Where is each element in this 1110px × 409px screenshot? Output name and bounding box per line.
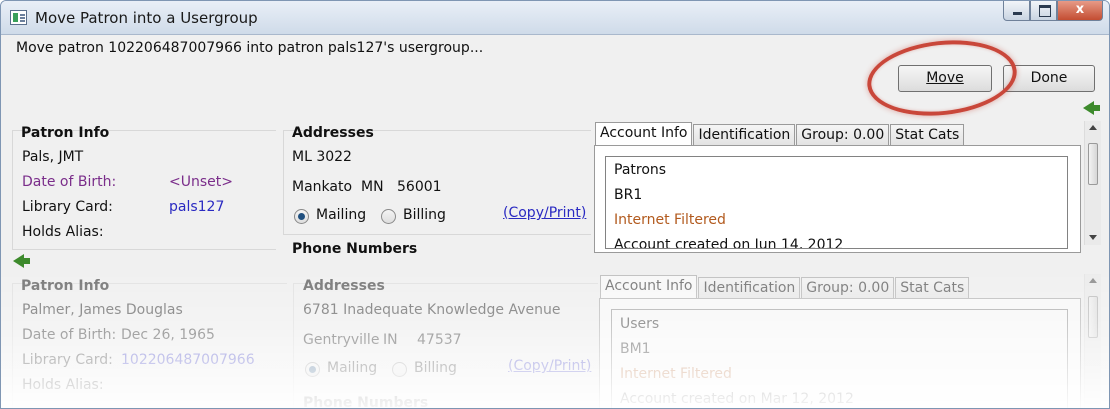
- target-address-state: MN: [361, 179, 384, 195]
- target-dob-value: <Unset>: [169, 174, 233, 190]
- list-item: Account created on Jun 14, 2012: [614, 237, 844, 249]
- move-patron-window: Move Patron into a Usergroup x Move patr…: [0, 0, 1110, 409]
- list-item: Users: [620, 316, 660, 332]
- window-title: Move Patron into a Usergroup: [35, 9, 258, 27]
- source-dob-value: Dec 26, 1965: [121, 327, 215, 343]
- target-address-city: Mankato: [292, 179, 353, 195]
- green-left-arrow-icon[interactable]: [1083, 101, 1100, 115]
- target-patron-info-heading: Patron Info: [21, 125, 110, 141]
- highlight-circle: [863, 33, 1021, 123]
- done-button[interactable]: Done: [1003, 65, 1095, 92]
- source-tab-account-info[interactable]: Account Info: [600, 275, 698, 300]
- source-dob-label: Date of Birth:: [22, 327, 117, 343]
- target-phone-heading: Phone Numbers: [292, 241, 418, 253]
- source-address-state: IN: [383, 332, 398, 348]
- target-library-card-value: pals127: [169, 199, 225, 215]
- source-tab-stat-cats[interactable]: Stat Cats: [895, 277, 970, 299]
- target-dob-label: Date of Birth:: [22, 174, 117, 190]
- source-tab-identification[interactable]: Identification: [698, 277, 801, 299]
- green-left-arrow-icon[interactable]: [13, 254, 30, 268]
- source-scrollbar[interactable]: [1084, 274, 1101, 408]
- close-button[interactable]: x: [1057, 1, 1103, 21]
- window-controls: x: [1003, 1, 1103, 22]
- list-item: BR1: [614, 187, 643, 203]
- target-account-tabs: Account Info Identification Group: 0.00 …: [595, 121, 965, 147]
- list-item: BM1: [620, 341, 651, 357]
- source-address-city: Gentryville: [303, 332, 380, 348]
- target-library-card-label: Library Card:: [22, 199, 113, 215]
- target-mailing-radio[interactable]: [294, 209, 309, 224]
- source-address-line1: 6781 Inadequate Knowledge Avenue: [303, 302, 561, 318]
- target-patron-name: Pals, JMT: [22, 149, 84, 165]
- list-item: Internet Filtered: [620, 366, 732, 382]
- source-account-list[interactable]: Users BM1 Internet Filtered Account crea…: [611, 309, 1068, 408]
- source-billing-label: Billing: [414, 360, 457, 376]
- status-message: Move patron 102206487007966 into patron …: [16, 40, 484, 56]
- source-patron-info-heading: Patron Info: [21, 278, 110, 294]
- done-button-label: Done: [1030, 70, 1068, 86]
- source-library-card-label: Library Card:: [22, 352, 113, 368]
- target-account-list[interactable]: Patrons BR1 Internet Filtered Account cr…: [605, 156, 1068, 249]
- target-holds-alias-label: Holds Alias:: [22, 224, 104, 240]
- source-phone-heading: Phone Numbers: [303, 395, 429, 409]
- target-tab-identification[interactable]: Identification: [693, 124, 796, 146]
- scroll-thumb[interactable]: [1088, 143, 1098, 185]
- list-item: Internet Filtered: [614, 212, 726, 228]
- target-address-line1: ML 3022: [292, 149, 352, 165]
- target-tab-group[interactable]: Group: 0.00: [796, 124, 890, 146]
- source-mailing-radio[interactable]: [305, 362, 320, 377]
- target-address-zip: 56001: [397, 179, 442, 195]
- target-mailing-label: Mailing: [316, 207, 367, 223]
- app-icon: [10, 10, 27, 25]
- target-copy-print-link[interactable]: (Copy/Print): [503, 205, 586, 221]
- scroll-down-icon[interactable]: [1089, 235, 1097, 240]
- source-address-zip: 47537: [417, 332, 462, 348]
- source-copy-print-link[interactable]: (Copy/Print): [508, 358, 591, 374]
- source-library-card-value: 102206487007966: [121, 352, 255, 368]
- target-billing-radio[interactable]: [381, 209, 396, 224]
- title-bar[interactable]: Move Patron into a Usergroup x: [1, 1, 1109, 35]
- source-addresses-heading: Addresses: [303, 278, 385, 294]
- scroll-thumb[interactable]: [1088, 296, 1098, 338]
- list-item: Patrons: [614, 162, 667, 178]
- target-billing-label: Billing: [403, 207, 446, 223]
- source-holds-alias-label: Holds Alias:: [22, 377, 104, 393]
- source-tab-group[interactable]: Group: 0.00: [801, 277, 895, 299]
- target-tab-account-info[interactable]: Account Info: [595, 122, 693, 147]
- list-item: Account created on Mar 12, 2012: [620, 391, 854, 407]
- target-scrollbar[interactable]: [1084, 121, 1101, 245]
- source-billing-radio[interactable]: [392, 362, 407, 377]
- source-patron-name: Palmer, James Douglas: [22, 302, 183, 318]
- source-account-tabs: Account Info Identification Group: 0.00 …: [600, 274, 970, 300]
- maximize-button[interactable]: [1030, 1, 1057, 21]
- target-addresses-heading: Addresses: [292, 125, 374, 141]
- source-mailing-label: Mailing: [327, 360, 378, 376]
- scroll-up-icon[interactable]: [1089, 278, 1097, 283]
- scroll-up-icon[interactable]: [1089, 125, 1097, 130]
- target-tab-stat-cats[interactable]: Stat Cats: [890, 124, 965, 146]
- minimize-button[interactable]: [1003, 1, 1030, 21]
